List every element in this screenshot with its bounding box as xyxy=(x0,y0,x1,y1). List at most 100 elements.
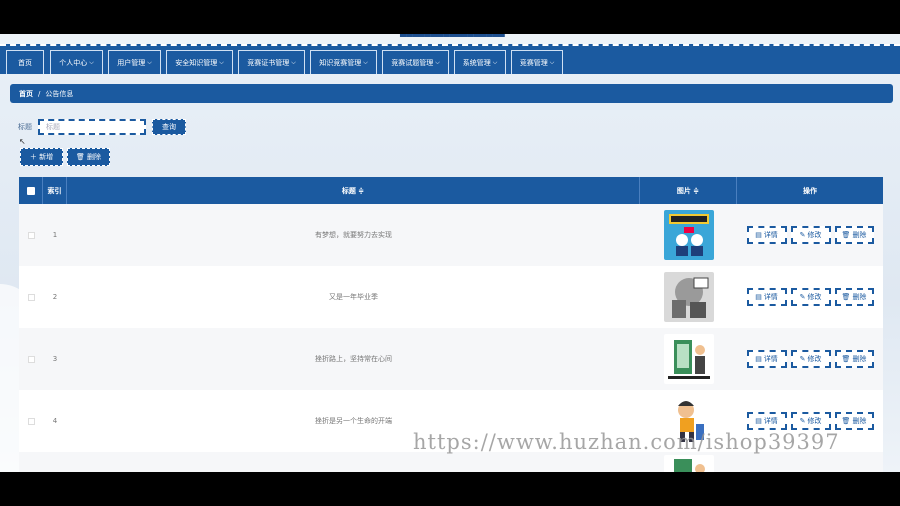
nav-item-user-management[interactable]: 用户管理 ⌵ xyxy=(108,50,161,74)
nav-item-question-management[interactable]: 竞赛试题管理 ⌵ xyxy=(382,50,449,74)
nav-item-competition-management[interactable]: 竞赛管理 ⌵ xyxy=(511,50,563,74)
row-checkbox[interactable] xyxy=(27,293,35,301)
edit-button[interactable]: ✎ 修改 xyxy=(790,412,831,430)
add-button[interactable]: ＋ 新增 xyxy=(20,148,63,166)
search-input[interactable]: 标题 xyxy=(38,119,146,135)
edit-label: 修改 xyxy=(807,417,822,425)
row-check-cell xyxy=(19,266,43,328)
file-icon: ▤ xyxy=(755,417,762,425)
row-image-cell xyxy=(640,204,737,266)
row-check-cell xyxy=(19,328,43,390)
announcement-image[interactable] xyxy=(663,272,714,322)
file-icon: ▤ xyxy=(755,231,762,239)
delete-button[interactable]: 🗑 删除 xyxy=(834,226,874,244)
chevron-down-icon: ⌵ xyxy=(435,58,440,66)
file-icon: ▤ xyxy=(755,293,762,301)
nav-item-label: 竞赛管理 xyxy=(519,58,548,67)
announcement-image[interactable] xyxy=(663,210,714,260)
nav-item-label: 首页 xyxy=(18,58,32,67)
row-title: 挫折路上，坚持常在心间 xyxy=(315,355,392,363)
edit-label: 修改 xyxy=(807,355,822,363)
table-header: 索引 标题 ≑ 图片 ≑ 操作 xyxy=(19,177,883,204)
row-ops-cell: ▤ 详情 ✎ 修改 🗑 删除 xyxy=(737,266,883,328)
nav-item-label: 竞赛证书管理 xyxy=(247,58,290,67)
delete-button[interactable]: 🗑 删除 xyxy=(834,288,874,306)
row-check-cell xyxy=(19,204,43,266)
row-check-cell xyxy=(19,390,43,452)
detail-button[interactable]: ▤ 详情 xyxy=(746,288,787,306)
row-ops-cell: ▤ 详情 ✎ 修改 🗑 删除 xyxy=(737,204,883,266)
mouse-cursor-icon: ↖ xyxy=(19,137,26,146)
detail-label: 详情 xyxy=(763,293,778,301)
breadcrumb-separator: / xyxy=(38,89,41,98)
watermark: https://www.huzhan.com/ishop39397 xyxy=(413,430,840,454)
nav-item-home[interactable]: 首页 xyxy=(6,50,44,74)
chevron-down-icon: ⌵ xyxy=(291,58,296,66)
nav-item-competition-knowledge[interactable]: 知识竞赛管理 ⌵ xyxy=(310,50,377,74)
announcement-image[interactable] xyxy=(663,455,714,472)
breadcrumb-home[interactable]: 首页 xyxy=(19,89,33,99)
select-all-checkbox[interactable] xyxy=(26,186,35,195)
trash-icon: 🗑 xyxy=(841,293,851,301)
trash-icon: 🗑 xyxy=(841,417,851,425)
chevron-down-icon: ⌵ xyxy=(219,58,224,66)
edit-button[interactable]: ✎ 修改 xyxy=(790,350,831,368)
nav-item-label: 安全知识管理 xyxy=(175,58,218,67)
delete-label: 删除 xyxy=(852,417,867,425)
edit-button[interactable]: ✎ 修改 xyxy=(790,226,831,244)
detail-button[interactable]: ▤ 详情 xyxy=(746,350,787,368)
pencil-icon: ✎ xyxy=(799,293,806,301)
delete-button[interactable]: 🗑 删除 xyxy=(834,350,874,368)
row-image-cell xyxy=(640,266,737,328)
row-checkbox[interactable] xyxy=(27,417,35,425)
table-row xyxy=(19,452,883,472)
chevron-down-icon: ⌵ xyxy=(492,58,498,66)
breadcrumb: 首页 / 公告信息 xyxy=(10,84,893,103)
nav-item-personal-center[interactable]: 个人中心 ⌵ xyxy=(50,50,103,74)
main-nav: 首页 个人中心 ⌵ 用户管理 ⌵ 安全知识管理 ⌵ 竞赛证书管理 ⌵ 知识竞赛管理 ⌵ 竞… xyxy=(0,44,900,74)
nav-item-system-management[interactable]: 系统管理 ⌵ xyxy=(454,50,506,74)
search-bar: 标题 标题 查询 xyxy=(18,118,186,136)
nav-item-label: 个人中心 xyxy=(59,58,88,67)
pencil-icon: ✎ xyxy=(799,231,806,239)
table-row: 3 挫折路上，坚持常在心间 ▤ 详情 ✎ 修改 🗑 删除 xyxy=(19,328,883,390)
delete-button[interactable]: 🗑 删除 xyxy=(834,412,874,430)
edit-button[interactable]: ✎ 修改 xyxy=(790,288,831,306)
row-checkbox[interactable] xyxy=(27,231,35,239)
nav-item-label: 系统管理 xyxy=(462,58,491,67)
file-icon: ▤ xyxy=(755,355,762,363)
batch-delete-button[interactable]: 🗑 删除 xyxy=(67,148,110,166)
row-image-cell xyxy=(640,452,737,472)
edit-label: 修改 xyxy=(807,293,822,301)
nav-item-safety-knowledge[interactable]: 安全知识管理 ⌵ xyxy=(166,50,233,74)
detail-button[interactable]: ▤ 详情 xyxy=(746,226,787,244)
pencil-icon: ✎ xyxy=(799,355,806,363)
announcement-image[interactable] xyxy=(663,334,714,384)
detail-label: 详情 xyxy=(763,355,778,363)
delete-label: 删除 xyxy=(852,355,867,363)
search-placeholder: 标题 xyxy=(46,123,60,131)
detail-button[interactable]: ▤ 详情 xyxy=(746,412,787,430)
table-row: 1 有梦想，就要努力去实现 ▤ 详情 ✎ 修改 🗑 删除 xyxy=(19,204,883,266)
row-index: 1 xyxy=(52,231,58,239)
breadcrumb-current: 公告信息 xyxy=(45,89,74,98)
app-title: █████████████████ xyxy=(400,34,505,37)
nav-item-certificate-management[interactable]: 竞赛证书管理 ⌵ xyxy=(238,50,305,74)
nav-item-label: 知识竞赛管理 xyxy=(319,58,362,67)
column-header-index: 索引 xyxy=(43,177,67,204)
trash-icon: 🗑 xyxy=(841,355,851,363)
column-header-image[interactable]: 图片 ≑ xyxy=(640,177,737,204)
app-screen: █████████████████ 首页 个人中心⌵ 用户管理⌵ 安全知识管理⌵… xyxy=(0,34,900,472)
delete-label: 删除 xyxy=(852,231,867,239)
row-ops-cell: ▤ 详情 ✎ 修改 🗑 删除 xyxy=(737,328,883,390)
top-bar: █████████████████ xyxy=(0,34,900,44)
detail-label: 详情 xyxy=(763,231,778,239)
chevron-down-icon: ⌵ xyxy=(89,58,94,66)
row-title: 又是一年毕业季 xyxy=(329,293,378,301)
row-index: 2 xyxy=(52,293,58,301)
row-image-cell xyxy=(640,328,737,390)
row-checkbox[interactable] xyxy=(27,355,35,363)
search-button[interactable]: 查询 xyxy=(152,119,186,135)
trash-icon: 🗑 xyxy=(841,231,851,239)
column-header-title[interactable]: 标题 ≑ xyxy=(67,177,640,204)
